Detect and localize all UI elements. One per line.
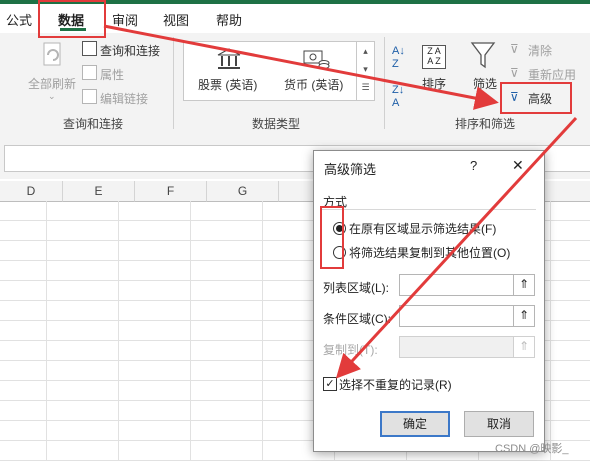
group-label-sort-filter: 排序和筛选	[455, 117, 516, 131]
gallery-down-icon[interactable]: ▾	[357, 60, 374, 78]
currency-data-type[interactable]: 货币 (英语)	[284, 76, 343, 93]
list-range-input[interactable]	[399, 274, 517, 296]
criteria-range-picker-icon[interactable]: ⇑	[513, 305, 535, 327]
mode-divider	[322, 209, 536, 210]
column-header-d[interactable]: D	[0, 181, 63, 202]
annotation-box-data-tab	[38, 0, 106, 38]
watermark: CSDN @映影_	[495, 443, 569, 455]
tab-view[interactable]: 视图	[163, 10, 189, 29]
criteria-range-label: 条件区域(C):	[323, 312, 391, 326]
annotation-box-advanced	[500, 82, 572, 114]
clear-button[interactable]: 清除	[528, 42, 552, 59]
unique-records-checkbox[interactable]: ✓	[323, 377, 337, 391]
sort-icon: Z AA Z	[422, 45, 446, 69]
column-header-g[interactable]: G	[207, 181, 279, 202]
unique-records-label[interactable]: 选择不重复的记录(R)	[339, 376, 452, 393]
data-types-gallery[interactable]: 股票 (英语) 货币 (英语) ▴ ▾ ☰	[183, 41, 375, 101]
gallery-scroll[interactable]: ▴ ▾ ☰	[356, 42, 374, 100]
list-range-picker-icon[interactable]: ⇑	[513, 274, 535, 296]
clear-icon: ⊽	[510, 42, 519, 56]
criteria-range-input[interactable]	[399, 305, 517, 327]
filter-funnel-icon	[470, 41, 496, 71]
reapply-button[interactable]: 重新应用	[528, 66, 576, 83]
copy-to-picker-icon[interactable]: ⇑	[513, 336, 535, 358]
queries-connections-button[interactable]: 查询和连接	[100, 42, 160, 59]
currency-icon	[302, 48, 330, 70]
close-button[interactable]: ✕	[512, 157, 524, 174]
stocks-data-type[interactable]: 股票 (英语)	[198, 76, 257, 93]
properties-icon	[82, 65, 97, 80]
copy-to-input[interactable]	[399, 336, 517, 358]
group-label-data-types: 数据类型	[252, 117, 301, 131]
gallery-more-icon[interactable]: ☰	[357, 78, 374, 96]
edit-links-button[interactable]: 编辑链接	[100, 90, 148, 107]
tab-help[interactable]: 帮助	[216, 10, 242, 29]
column-header-f[interactable]: F	[135, 181, 207, 202]
queries-connections-icon	[82, 41, 97, 56]
sort-ascending-icon[interactable]: A↓ Z Z↓ A	[392, 45, 412, 109]
ok-button[interactable]: 确定	[380, 411, 450, 437]
sort-button[interactable]: 排序	[422, 75, 446, 92]
edit-links-icon	[82, 89, 97, 104]
group-divider	[384, 37, 385, 129]
dialog-title: 高级筛选	[324, 162, 377, 177]
refresh-all-button[interactable]: 全部刷新	[28, 75, 76, 92]
chevron-down-icon: ⌄	[48, 91, 56, 101]
option-copy-to-location-label[interactable]: 将筛选结果复制到其他位置(O)	[349, 244, 510, 261]
stocks-bank-icon	[216, 48, 242, 70]
tab-review[interactable]: 审阅	[112, 10, 138, 29]
column-header-e[interactable]: E	[63, 181, 135, 202]
filter-button[interactable]: 筛选	[473, 75, 497, 92]
advanced-filter-dialog: 高级筛选 ? ✕ 方式 在原有区域显示筛选结果(F) 将筛选结果复制到其他位置(…	[313, 150, 545, 452]
option-filter-in-place-label[interactable]: 在原有区域显示筛选结果(F)	[349, 220, 496, 237]
copy-to-label: 复制到(T):	[323, 343, 378, 357]
list-range-label: 列表区域(L):	[323, 281, 390, 295]
group-label-queries: 查询和连接	[63, 117, 124, 131]
cancel-button[interactable]: 取消	[464, 411, 534, 437]
reapply-icon: ⊽	[510, 66, 519, 80]
tab-formulas[interactable]: 公式	[6, 10, 32, 29]
annotation-box-radio-options	[320, 206, 344, 269]
gallery-up-icon[interactable]: ▴	[357, 42, 374, 60]
properties-button[interactable]: 属性	[100, 66, 124, 83]
help-button[interactable]: ?	[470, 158, 477, 173]
group-divider	[173, 37, 174, 129]
refresh-all-icon	[40, 41, 66, 71]
